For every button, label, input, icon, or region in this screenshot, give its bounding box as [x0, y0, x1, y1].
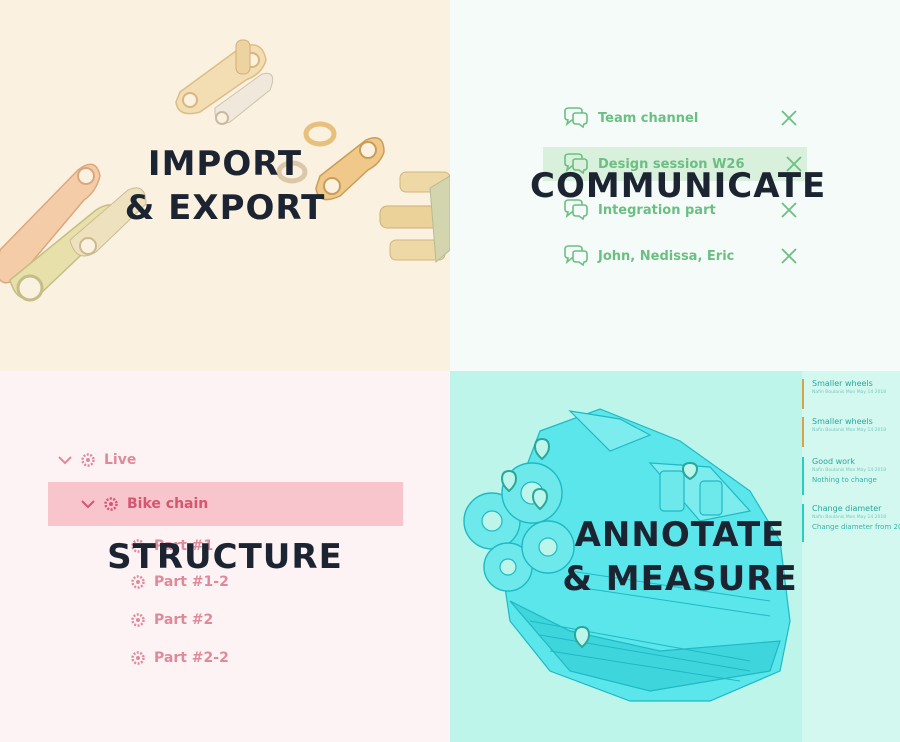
communicate-panel: Team channel Design session W26 Integrat…	[450, 0, 900, 371]
import-title-line-2: & EXPORT	[124, 188, 326, 228]
gear-icon	[81, 453, 95, 467]
gear-icon	[104, 497, 118, 511]
annotation-item[interactable]: Good work Nafin Boulanis Mon May 14 2018…	[802, 457, 900, 495]
chat-icon	[564, 107, 588, 129]
close-icon[interactable]	[780, 109, 798, 127]
channel-item-john-nedissa-eric[interactable]: John, Nedissa, Eric	[562, 239, 802, 273]
annotation-title: Smaller wheels	[812, 417, 873, 426]
tree-item-bike-chain[interactable]: Bike chain	[48, 482, 403, 526]
chevron-down-icon[interactable]	[81, 499, 95, 509]
annotation-list: Smaller wheels Nafin Boulanis Mon May 14…	[802, 371, 900, 742]
annotation-title: Change diameter	[812, 504, 882, 513]
annotation-title: Smaller wheels	[812, 379, 873, 388]
annotation-item[interactable]: Smaller wheels Nafin Boulanis Mon May 14…	[802, 417, 900, 447]
chat-icon	[564, 245, 588, 267]
annotation-meta: Nafin Boulanis Mon May 14 2018	[812, 515, 887, 520]
import-export-panel: IMPORT & EXPORT	[0, 0, 450, 371]
annotate-title-line-1: ANNOTATE	[574, 515, 786, 555]
annotate-measure-title: ANNOTATE & MEASURE	[550, 513, 810, 601]
annotate-measure-panel: ANNOTATE & MEASURE Smaller wheels Nafin …	[450, 371, 900, 742]
annotation-meta: Nafin Boulanis Mon May 14 2018	[812, 390, 887, 395]
tree-item-label: Part #2-2	[154, 650, 229, 666]
gear-icon	[131, 651, 145, 665]
annotate-title-line-2: & MEASURE	[562, 559, 798, 599]
channel-item-team[interactable]: Team channel	[562, 101, 802, 135]
annotation-item[interactable]: Smaller wheels Nafin Boulanis Mon May 14…	[802, 379, 900, 409]
structure-panel: Live Bike chain Part #1 Part #1-2 Part #…	[0, 371, 450, 742]
annotation-title: Good work	[812, 457, 855, 466]
channel-label: John, Nedissa, Eric	[598, 248, 735, 264]
annotation-body: Change diameter from 20	[812, 523, 900, 531]
import-export-title: IMPORT & EXPORT	[120, 142, 330, 230]
tree-item-part-2-2[interactable]: Part #2-2	[130, 643, 229, 673]
tree-item-label: Live	[104, 452, 137, 468]
tree-item-label: Bike chain	[127, 496, 209, 512]
tree-item-label: Part #2	[154, 612, 214, 628]
import-title-line-1: IMPORT	[147, 144, 303, 184]
communicate-title: COMMUNICATE	[530, 166, 827, 206]
annotation-item[interactable]: Change diameter Nafin Boulanis Mon May 1…	[802, 504, 900, 542]
channel-label: Team channel	[598, 110, 699, 126]
tree-item-part-2[interactable]: Part #2	[130, 605, 213, 635]
annotation-meta: Nafin Boulanis Mon May 14 2018	[812, 468, 887, 473]
annotation-body: Nothing to change	[812, 476, 877, 484]
close-icon[interactable]	[780, 247, 798, 265]
annotation-meta: Nafin Boulanis Mon May 14 2018	[812, 428, 887, 433]
gear-icon	[131, 613, 145, 627]
chevron-down-icon[interactable]	[58, 455, 72, 465]
structure-title: STRUCTURE	[107, 537, 343, 577]
tree-item-live[interactable]: Live	[58, 445, 136, 475]
